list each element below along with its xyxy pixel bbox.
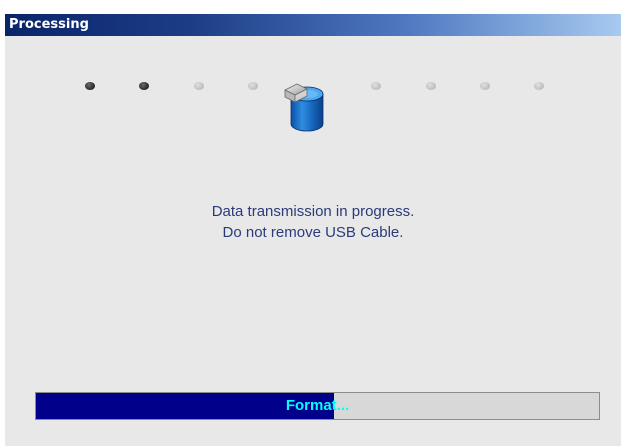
status-message-line-1: Data transmission in progress. (211, 203, 415, 220)
status-message-line-2: Do not remove USB Cable. (222, 224, 404, 241)
activity-dot-6 (426, 82, 436, 90)
title-bar[interactable]: Processing (5, 14, 621, 36)
activity-dot-4 (248, 82, 258, 90)
activity-dot-5 (371, 82, 381, 90)
progress-label: Format... (285, 397, 350, 414)
window-title: Processing (9, 17, 89, 32)
activity-dot-2 (139, 82, 149, 90)
processing-dialog: Processing Data transmission in progress… (5, 14, 621, 446)
activity-dot-8 (534, 82, 544, 90)
database-icon (284, 83, 324, 132)
status-message: Data transmission in progress. Do not re… (5, 201, 621, 243)
activity-dot-3 (194, 82, 204, 90)
activity-dot-1 (85, 82, 95, 90)
progress-bar: Format... (35, 392, 600, 420)
activity-dot-7 (480, 82, 490, 90)
